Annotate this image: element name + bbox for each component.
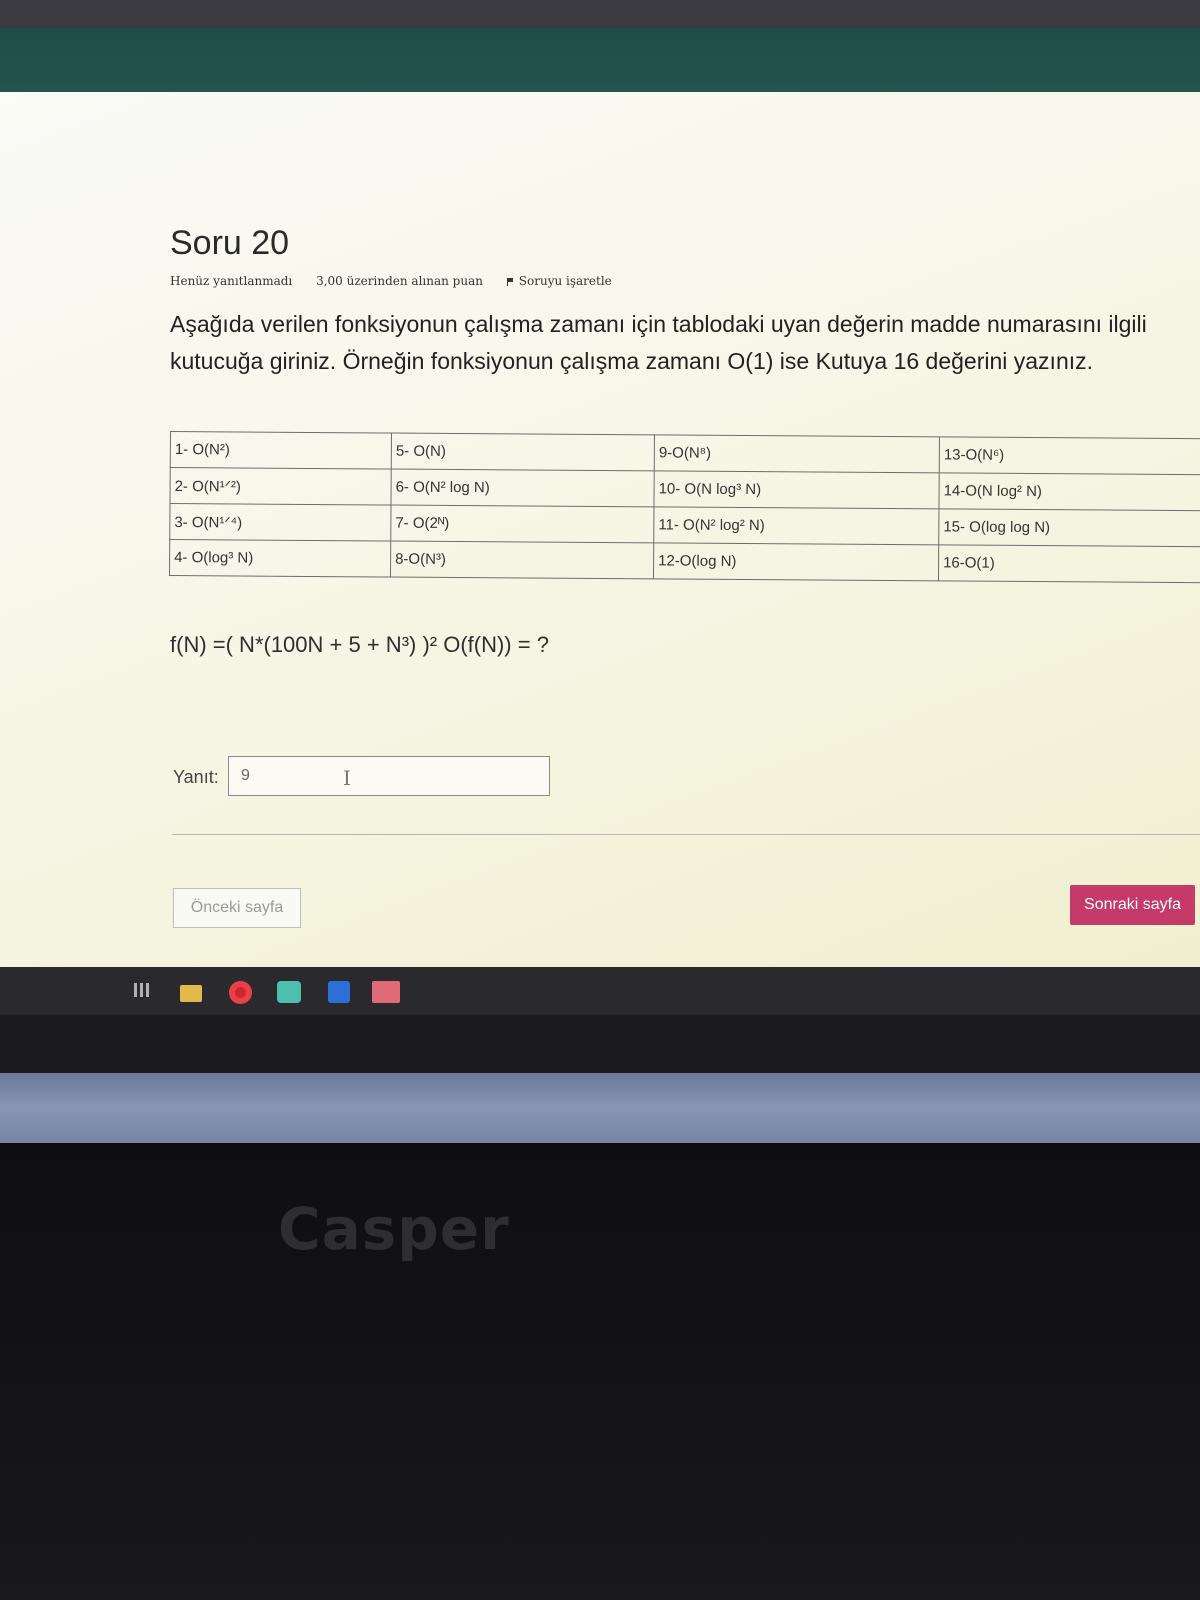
table-cell: 14-O(N log² N) [938,472,1200,511]
brand-logo: Casper [278,1195,510,1263]
table-cell: 8-O(N³) [390,541,654,579]
task-view-icon[interactable] [134,983,150,997]
table-cell: 10- O(N log³ N) [653,470,940,509]
question-meta: Henüz yanıtlanmadı 3,00 üzerinden alınan… [170,274,652,288]
file-explorer-icon[interactable] [180,985,202,1002]
previous-page-button[interactable]: Önceki sayfa [173,888,301,928]
table-cell: 4- O(log³ N) [169,539,391,578]
quiz-page: Soru 20 Henüz yanıtlanmadı 3,00 üzerinde… [0,92,1200,967]
answer-label: Yanıt: [173,767,219,787]
table-cell: 9-O(N⁸) [654,434,940,473]
question-title: Soru 20 [170,224,290,262]
screen-bezel [0,1015,1200,1073]
app-icon[interactable] [372,981,400,1003]
table-cell: 5- O(N) [391,433,655,471]
table-cell: 6- O(N² log N) [390,469,655,507]
taskbar [0,967,1200,1015]
table-cell: 2- O(N¹ᐟ²) [169,467,392,506]
function-formula: f(N) =( N*(100N + 5 + N³) )² O(f(N)) = ? [170,632,549,657]
divider [172,834,1200,835]
next-page-button[interactable]: Sonraki sayfa [1070,885,1195,925]
table-cell: 1- O(N²) [170,431,392,470]
table-cell: 16-O(1) [938,544,1200,583]
table-cell: 12-O(log N) [653,542,939,581]
table-cell: 7- O(2ᴺ) [390,505,654,543]
table-cell: 13-O(N⁶) [939,436,1200,475]
app-icon[interactable] [277,981,301,1003]
table-cell: 15- O(log log N) [938,508,1200,547]
flag-question-link[interactable]: Soruyu işaretle [506,274,632,288]
app-icon[interactable] [328,981,350,1003]
text-cursor-icon: I [343,766,351,790]
flag-icon [506,278,514,286]
opera-browser-icon[interactable] [229,981,252,1004]
complexity-options-table: 1- O(N²) 5- O(N) 9-O(N⁸) 13-O(N⁶) 2- O(N… [169,431,1200,583]
question-text: Aşağıda verilen fonksiyonun çalışma zama… [170,311,1147,374]
table-row: 4- O(log³ N) 8-O(N³) 12-O(log N) 16-O(1) [169,539,1200,583]
answer-status: Henüz yanıtlanmadı [170,274,293,288]
browser-top-bar [0,0,1200,28]
answer-input[interactable] [228,756,550,796]
flag-question-label: Soruyu işaretle [518,274,612,288]
laptop-body [0,1143,1200,1600]
table-cell: 11- O(N² log² N) [653,506,939,545]
table-cell: 3- O(N¹ᐟ⁴) [169,503,391,542]
question-points: 3,00 üzerinden alınan puan [316,274,483,288]
screen-glare-band [0,1073,1200,1143]
